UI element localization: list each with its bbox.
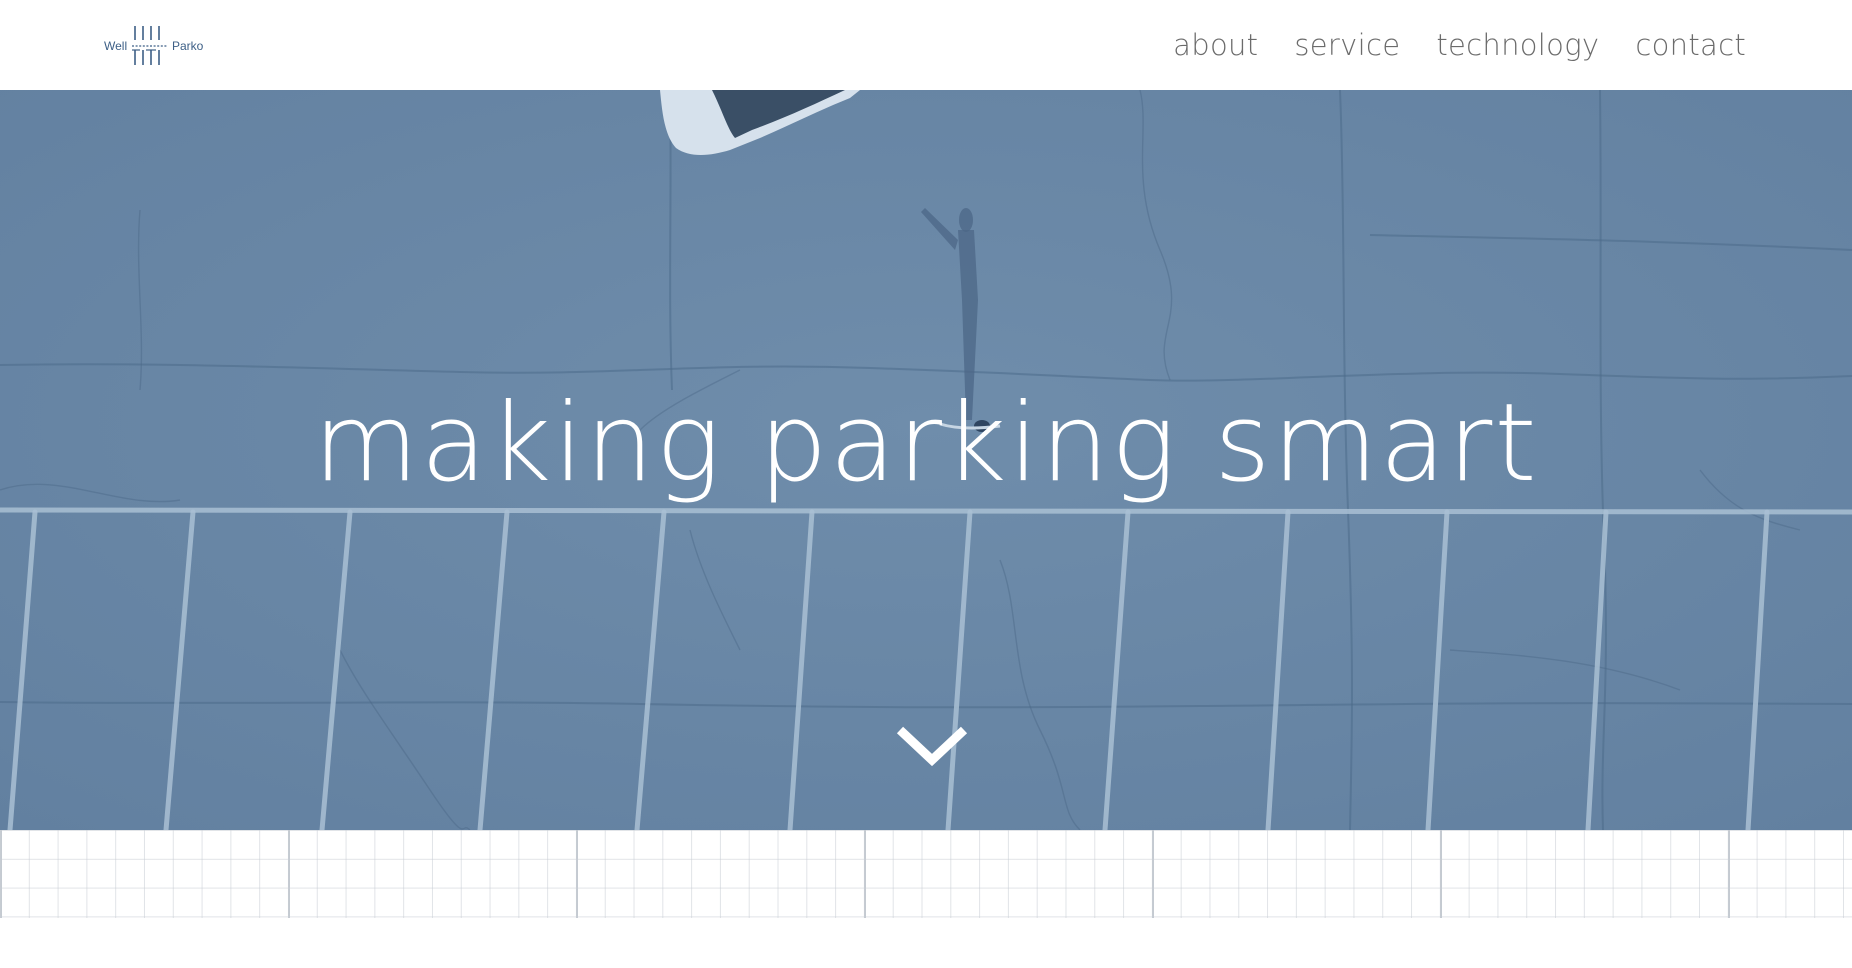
logo-mark-icon [132, 26, 168, 65]
wellparko-logo[interactable]: Well Parko [104, 24, 208, 68]
nav-service[interactable]: service [1294, 28, 1400, 62]
grid-pattern-strip [0, 830, 1852, 918]
logo-word-right: Parko [172, 39, 204, 53]
page-bottom [0, 918, 1852, 968]
hero-section: making parking smart [0, 90, 1852, 830]
nav-technology[interactable]: technology [1436, 28, 1599, 62]
chevron-down-icon[interactable] [892, 718, 972, 774]
nav-about[interactable]: about [1173, 28, 1258, 62]
page: Well Parko about service technology cont… [0, 0, 1852, 968]
nav-contact[interactable]: contact [1635, 28, 1746, 62]
site-header: Well Parko about service technology cont… [0, 0, 1852, 90]
main-nav: about service technology contact [1137, 0, 1746, 90]
logo-word-left: Well [104, 39, 127, 53]
hero-headline: making parking smart [313, 381, 1539, 506]
